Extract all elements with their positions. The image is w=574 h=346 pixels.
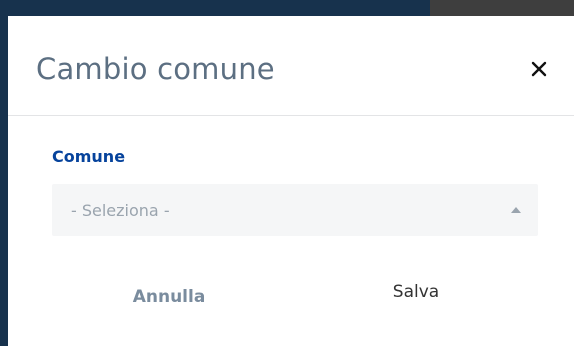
caret-up-icon xyxy=(511,207,521,213)
cancel-button[interactable]: Annulla xyxy=(104,278,234,316)
page-backdrop-left-edge xyxy=(0,0,8,346)
screen: Cambio comune Comune - Seleziona - Annul… xyxy=(0,0,574,346)
page-backdrop-header xyxy=(0,0,430,16)
close-button[interactable] xyxy=(522,52,556,86)
dialog-header: Cambio comune xyxy=(8,16,574,116)
change-municipality-dialog: Cambio comune Comune - Seleziona - Annul… xyxy=(8,16,574,346)
save-button[interactable]: Salva xyxy=(366,274,466,310)
close-icon xyxy=(531,61,547,77)
select-placeholder: - Seleziona - xyxy=(71,201,170,220)
municipality-field-label: Comune xyxy=(52,147,126,166)
dialog-title: Cambio comune xyxy=(36,52,275,86)
municipality-select[interactable]: - Seleziona - xyxy=(52,184,538,236)
page-backdrop-header-right xyxy=(430,0,574,16)
